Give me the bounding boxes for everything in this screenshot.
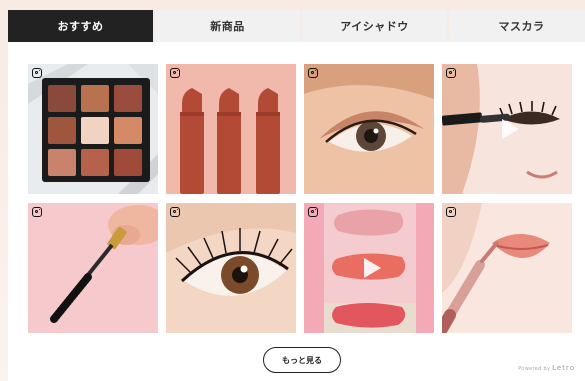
gallery-item-lipsticks[interactable] <box>166 64 296 194</box>
tab-new-products[interactable]: 新商品 <box>155 10 300 42</box>
ugc-gallery-grid <box>28 64 572 333</box>
eyelashes-closeup-photo <box>166 203 296 333</box>
instagram-icon <box>170 207 180 217</box>
mascara-wand-photo <box>28 203 158 333</box>
instagram-icon <box>32 207 42 217</box>
lip-gloss-photo <box>442 203 572 333</box>
gallery-item-mascara-wand[interactable] <box>28 203 158 333</box>
gallery-item-eye-makeup[interactable] <box>304 64 434 194</box>
lipsticks-photo <box>166 64 296 194</box>
instagram-icon <box>32 68 42 78</box>
eye-makeup-photo <box>304 64 434 194</box>
gallery-item-eyeshadow-palette[interactable] <box>28 64 158 194</box>
powered-by-label: Powered by Letro <box>518 364 575 372</box>
gallery-item-color-swatches[interactable] <box>304 203 434 333</box>
tab-eyeshadow[interactable]: アイシャドウ <box>302 10 447 42</box>
instagram-icon <box>308 207 318 217</box>
eyeshadow-palette-photo <box>28 64 158 194</box>
tab-recommended[interactable]: おすすめ <box>8 10 153 42</box>
instagram-icon <box>170 68 180 78</box>
gallery-item-eyelashes-closeup[interactable] <box>166 203 296 333</box>
see-more-button[interactable]: もっと見る <box>263 347 341 373</box>
play-icon[interactable] <box>359 256 383 280</box>
tab-mascara[interactable]: マスカラ <box>449 10 585 42</box>
gallery-panel: もっと見る Powered by Letro <box>8 42 585 381</box>
gallery-item-lip-gloss[interactable] <box>442 203 572 333</box>
instagram-icon <box>446 68 456 78</box>
play-icon[interactable] <box>497 117 521 141</box>
instagram-icon <box>308 68 318 78</box>
powered-by-text: Powered by <box>518 366 551 372</box>
letro-logo: Letro <box>552 364 575 372</box>
instagram-icon <box>446 207 456 217</box>
gallery-item-mascara-application[interactable] <box>442 64 572 194</box>
category-tabs: おすすめ 新商品 アイシャドウ マスカラ <box>8 10 585 42</box>
